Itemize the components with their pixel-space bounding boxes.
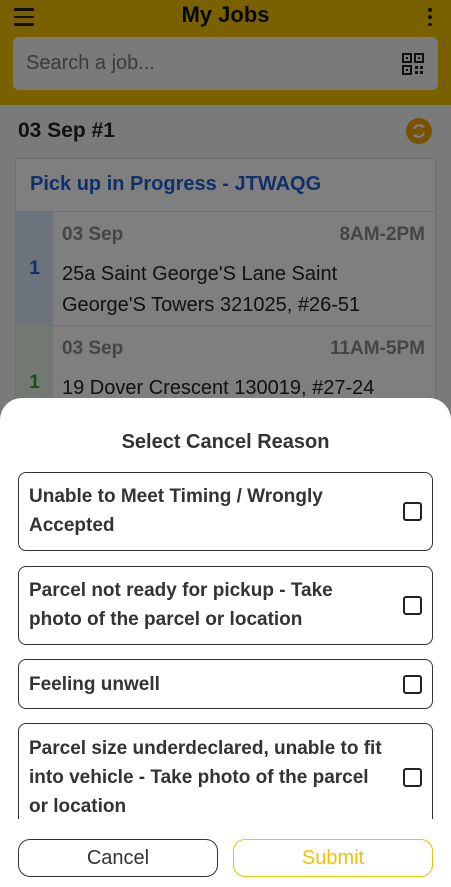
cancel-reason-label: Unable to Meet Timing / Wrongly Accepted — [29, 486, 323, 536]
cancel-reason-option[interactable]: Parcel not ready for pickup - Take photo… — [18, 566, 433, 645]
cancel-reason-option[interactable]: Feeling unwell — [18, 659, 433, 709]
cancel-reason-checkbox[interactable] — [403, 768, 422, 787]
cancel-reason-checkbox[interactable] — [403, 502, 422, 521]
sheet-actions: Cancel Submit — [0, 819, 451, 887]
cancel-reason-label: Parcel size underdeclared, unable to fit… — [29, 738, 382, 817]
cancel-reason-checkbox[interactable] — [403, 675, 422, 694]
cancel-reason-label: Parcel not ready for pickup - Take photo… — [29, 580, 333, 630]
cancel-button[interactable]: Cancel — [18, 839, 218, 877]
cancel-reason-checkbox[interactable] — [403, 596, 422, 615]
cancel-reason-label: Feeling unwell — [29, 674, 160, 695]
sheet-title: Select Cancel Reason — [121, 431, 330, 453]
submit-button[interactable]: Submit — [233, 839, 433, 877]
cancel-reason-option[interactable]: Parcel size underdeclared, unable to fit… — [18, 723, 433, 833]
cancel-reason-sheet: Select Cancel Reason Unable to Meet Timi… — [0, 398, 451, 887]
cancel-reason-option[interactable]: Unable to Meet Timing / Wrongly Accepted — [18, 472, 433, 551]
